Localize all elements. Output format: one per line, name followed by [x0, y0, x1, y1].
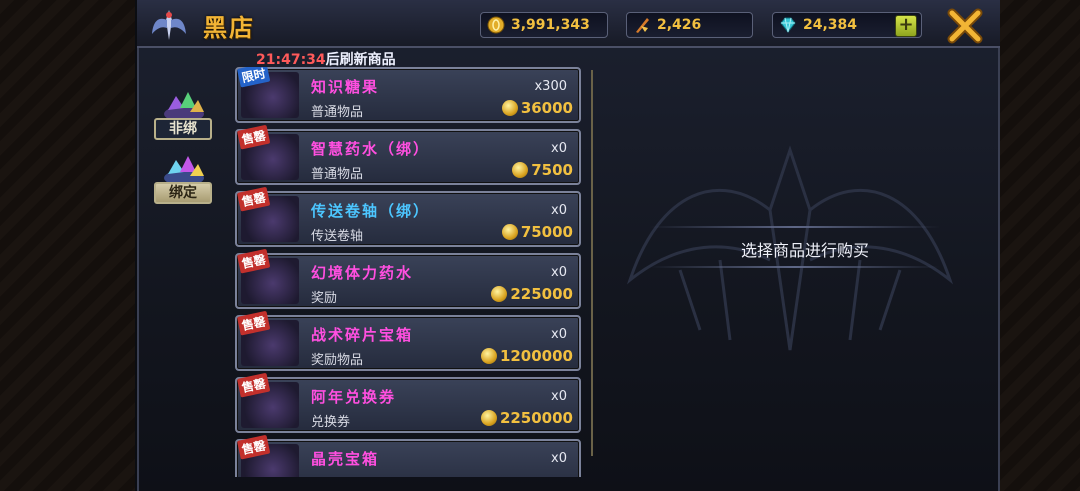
item-category: 兑换券: [311, 415, 351, 430]
shop-item[interactable]: 售罄 阿年兑换券 x0 兑换券 2250000: [235, 372, 581, 433]
gold-coin-icon: [501, 100, 518, 116]
item-price-value: 36000: [520, 99, 573, 117]
item-qty: x300: [534, 79, 567, 94]
shop-item[interactable]: 售罄 晶壳宝箱 x0: [235, 434, 581, 477]
item-price-value: 1200000: [499, 347, 573, 365]
gold-coin-icon: [487, 16, 505, 34]
flag-icon: [636, 18, 649, 33]
gold-coin-icon: [512, 162, 529, 178]
item-name: 知识糖果: [311, 78, 380, 96]
item-qty: x0: [551, 203, 567, 218]
refresh-time: 21:47:34: [256, 52, 326, 68]
select-item-prompt: 选择商品进行购买: [740, 241, 869, 260]
item-price-value: 225000: [510, 285, 573, 303]
item-price-value: 2250000: [499, 409, 573, 427]
item-price: 2250000: [480, 409, 573, 427]
gold-value: 3,991,343: [511, 17, 590, 33]
shop-item[interactable]: 售罄 智慧药水（绑） x0 普通物品 7500: [235, 124, 581, 185]
gold-counter: 3,991,343: [480, 12, 608, 38]
gold-coin-icon: [501, 224, 518, 240]
shop-item[interactable]: 限时 知识糖果 x300 普通物品 36000: [235, 67, 581, 123]
item-category: 普通物品: [311, 167, 364, 182]
rank-points-value: 2,426: [657, 17, 702, 33]
item-list[interactable]: 限时 知识糖果 x300 普通物品 36000 售罄 智慧药水（绑） x0 普通…: [232, 67, 584, 477]
item-price-value: 75000: [520, 223, 573, 241]
item-qty: x0: [551, 451, 567, 466]
item-price: 1200000: [480, 347, 573, 365]
shop-item[interactable]: 售罄 传送卷轴（绑） x0 传送卷轴 75000: [235, 186, 581, 247]
item-price: 36000: [501, 99, 573, 117]
gem-icon: [780, 17, 796, 33]
item-category: 奖励物品: [311, 353, 364, 368]
item-name: 智慧药水（绑）: [311, 140, 431, 158]
page-title: 黑店: [203, 14, 255, 42]
tab-unbound[interactable]: 非绑: [150, 88, 216, 148]
close-icon[interactable]: [947, 8, 983, 44]
tab-bound-label: 绑定: [154, 182, 212, 204]
tab-bound[interactable]: 绑定: [150, 152, 216, 212]
rank-points-counter: 2,426: [626, 12, 753, 38]
item-name: 晶壳宝箱: [311, 450, 380, 468]
refresh-suffix: 后刷新商品: [325, 52, 396, 68]
item-name: 阿年兑换券: [311, 388, 397, 406]
item-category: 传送卷轴: [311, 229, 364, 244]
item-name: 幻境体力药水: [311, 264, 414, 282]
add-gems-button[interactable]: +: [895, 15, 917, 37]
item-price: 75000: [501, 223, 573, 241]
item-category: 普通物品: [311, 105, 364, 120]
item-price: 7500: [512, 161, 573, 179]
divider: [650, 226, 940, 228]
gold-coin-icon: [491, 286, 508, 302]
right-decor: [1000, 0, 1080, 491]
tab-unbound-label: 非绑: [154, 118, 212, 140]
gold-coin-icon: [480, 410, 497, 426]
list-scrollbar[interactable]: [591, 70, 593, 456]
gold-coin-icon: [480, 348, 497, 364]
shop-item[interactable]: 售罄 战术碎片宝箱 x0 奖励物品 1200000: [235, 310, 581, 371]
item-qty: x0: [551, 389, 567, 404]
item-price: 225000: [491, 285, 573, 303]
item-name: 传送卷轴（绑）: [311, 202, 431, 220]
divider: [650, 266, 940, 268]
item-name: 战术碎片宝箱: [311, 326, 414, 344]
shop-item[interactable]: 售罄 幻境体力药水 x0 奖励 225000: [235, 248, 581, 309]
refresh-timer: 21:47:34后刷新商品: [256, 49, 396, 69]
gem-value: 24,384: [803, 17, 858, 33]
gem-counter: 24,384 +: [772, 12, 922, 38]
item-qty: x0: [551, 327, 567, 342]
left-decor: [0, 0, 135, 491]
item-qty: x0: [551, 265, 567, 280]
item-price-value: 7500: [531, 161, 573, 179]
winged-emblem-icon: [152, 10, 186, 40]
item-category: 奖励: [311, 291, 338, 306]
item-qty: x0: [551, 141, 567, 156]
